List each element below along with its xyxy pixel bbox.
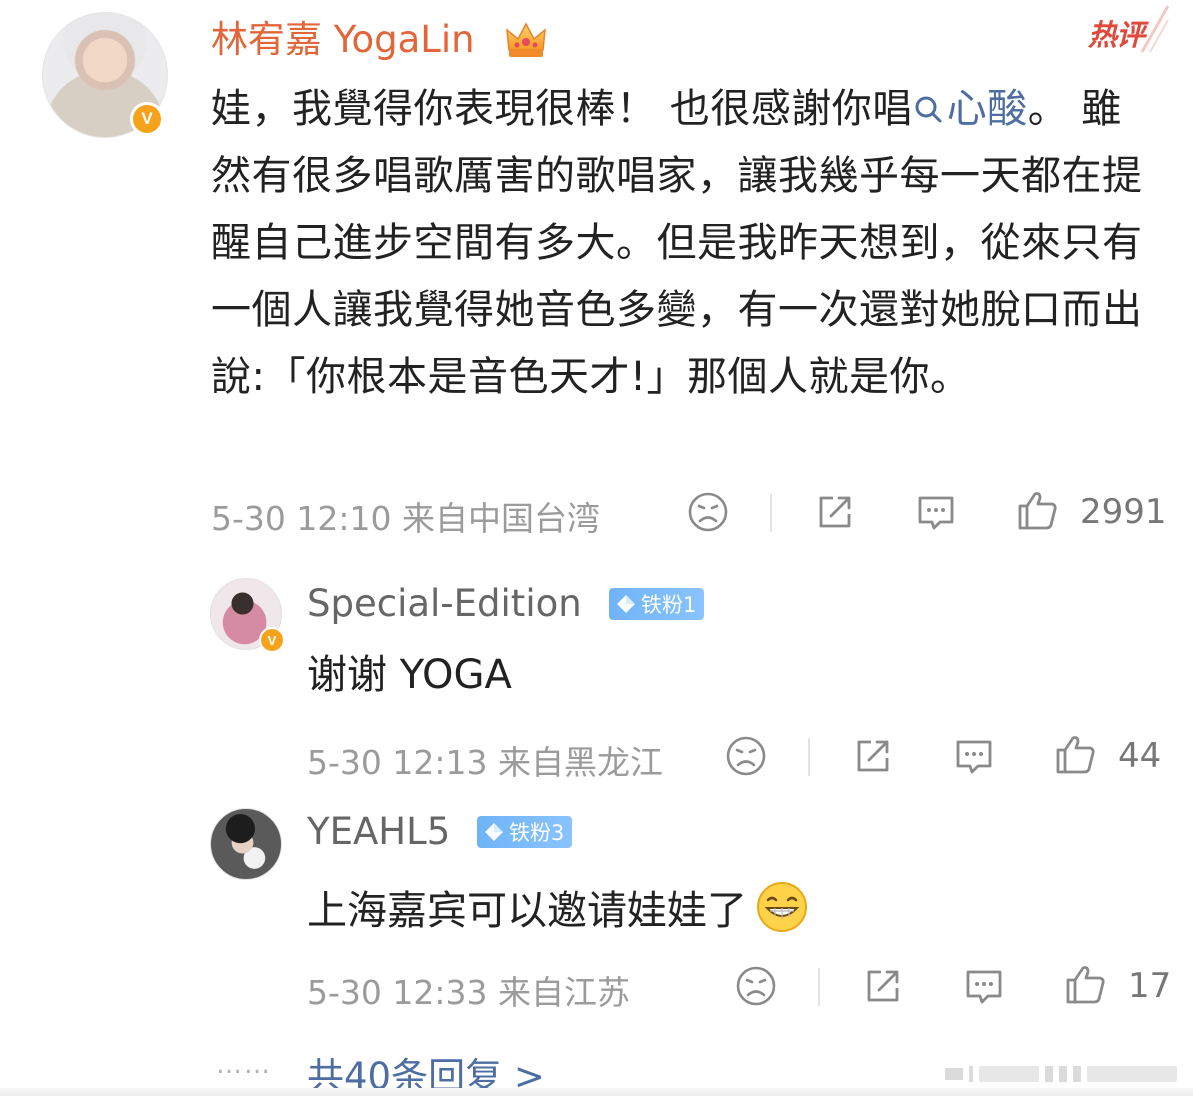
divider	[770, 494, 772, 532]
thumbs-up-icon[interactable]	[1064, 962, 1108, 1006]
weibo-comment-thread: V 林宥嘉 YogaLin 热评 娃，我覺得你表現很棒！ 也很感謝你唱 心酸。 雖…	[0, 0, 1193, 1096]
topic-link[interactable]: 心酸	[913, 86, 1028, 132]
like-count: 17	[1128, 966, 1172, 1006]
grin-emoji	[757, 882, 807, 932]
more-dots: ……	[216, 1050, 272, 1080]
verified-badge-icon: V	[130, 102, 164, 136]
fan-level-badge: 铁粉3	[477, 816, 573, 848]
hot-tag-decoration-icon	[1140, 5, 1170, 53]
like-count: 44	[1118, 736, 1162, 776]
comment-icon[interactable]	[914, 490, 958, 534]
sad-face-icon[interactable]	[686, 490, 730, 534]
divider	[808, 738, 810, 776]
avatar[interactable]	[210, 808, 282, 880]
diamond-icon	[617, 595, 635, 613]
reply-meta: 5-30 12:33 来自江苏	[307, 973, 630, 1012]
share-icon[interactable]	[851, 734, 895, 778]
like-count: 2991	[1080, 492, 1167, 532]
comment-icon[interactable]	[952, 734, 996, 778]
comment-icon[interactable]	[962, 964, 1006, 1008]
sad-face-icon[interactable]	[724, 734, 768, 778]
search-icon	[915, 96, 942, 123]
crown-icon	[506, 22, 546, 57]
thumbs-up-icon[interactable]	[1054, 732, 1098, 776]
hot-comment-tag: 热评	[1088, 18, 1145, 52]
share-icon[interactable]	[813, 490, 857, 534]
thumbs-up-icon[interactable]	[1016, 488, 1060, 532]
divider	[818, 968, 820, 1006]
diamond-icon	[485, 823, 503, 841]
reply-text: 上海嘉宾可以邀请娃娃了	[307, 880, 809, 936]
comment-text: 娃，我覺得你表現很棒！ 也很感謝你唱 心酸。 雖然有很多唱歌厲害的歌唱家，讓我幾乎…	[211, 86, 1143, 400]
sad-face-icon[interactable]	[734, 964, 778, 1008]
reply-text: 谢谢 YOGA	[307, 652, 512, 698]
fan-level-badge: 铁粉1	[609, 588, 705, 620]
share-icon[interactable]	[861, 964, 905, 1008]
reply-author-name[interactable]: Special-Edition	[307, 580, 582, 628]
comment-meta: 5-30 12:10 来自中国台湾	[211, 499, 600, 538]
reply-author-name[interactable]: YEAHL5	[307, 808, 450, 856]
reply-meta: 5-30 12:13 来自黑龙江	[307, 743, 663, 782]
bottom-divider	[0, 1088, 1193, 1096]
comment-author-name[interactable]: 林宥嘉 YogaLin	[211, 16, 475, 64]
verified-badge-icon: V	[259, 627, 285, 653]
watermark-icon	[945, 1066, 1177, 1082]
